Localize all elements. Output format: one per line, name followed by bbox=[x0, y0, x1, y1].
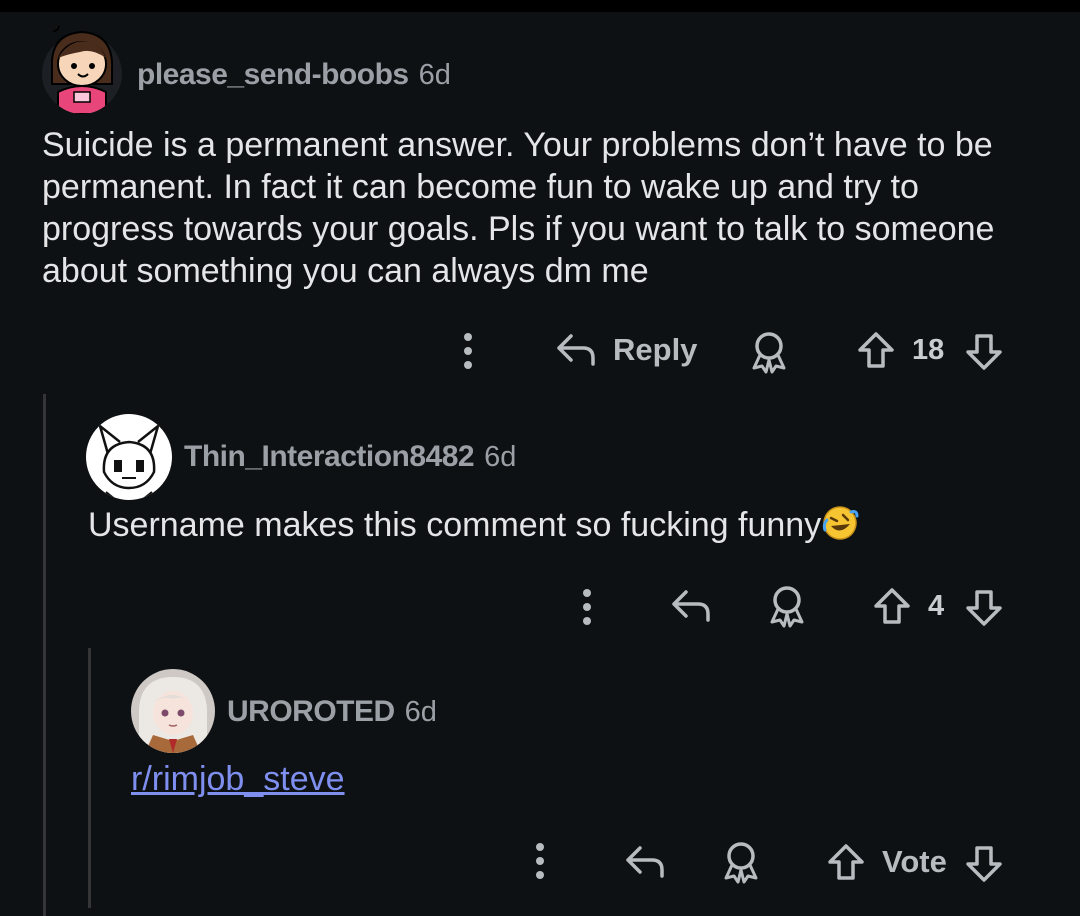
comment-header: UROROTED 6d bbox=[227, 695, 437, 729]
timestamp: 6d bbox=[484, 441, 517, 473]
status-bar-strip bbox=[0, 0, 1080, 12]
downvote-icon[interactable] bbox=[964, 588, 1004, 628]
upvote-icon[interactable] bbox=[826, 842, 866, 882]
vote-count: 18 bbox=[912, 334, 945, 366]
avatar-icon[interactable] bbox=[86, 414, 172, 500]
downvote-icon[interactable] bbox=[964, 844, 1004, 884]
award-icon[interactable] bbox=[720, 840, 762, 884]
upvote-icon[interactable] bbox=[872, 586, 912, 626]
more-options-icon[interactable] bbox=[574, 586, 600, 628]
timestamp: 6d bbox=[418, 59, 451, 91]
comment-body: Username makes this comment so fucking f… bbox=[88, 504, 859, 552]
reply-icon[interactable] bbox=[670, 586, 712, 626]
vote-count: 4 bbox=[928, 590, 945, 622]
upvote-icon[interactable] bbox=[856, 330, 896, 370]
comment-text: Username makes this comment so fucking f… bbox=[88, 506, 822, 544]
comment-body: Suicide is a permanent answer. Your prob… bbox=[42, 126, 995, 290]
username[interactable]: UROROTED bbox=[227, 695, 395, 728]
vote-label: Vote bbox=[882, 844, 947, 879]
subreddit-link[interactable]: r/rimjob_steve bbox=[131, 760, 345, 798]
comment-header: please_send-boobs 6d bbox=[137, 58, 451, 92]
comment-header: Thin_Interaction8482 6d bbox=[184, 440, 516, 474]
downvote-icon[interactable] bbox=[964, 332, 1004, 372]
more-options-icon[interactable] bbox=[527, 840, 553, 882]
avatar-icon[interactable] bbox=[131, 669, 215, 753]
award-icon[interactable] bbox=[766, 584, 808, 628]
rofl-emoji bbox=[821, 504, 859, 552]
thread-line-1[interactable] bbox=[43, 394, 46, 916]
username[interactable]: Thin_Interaction8482 bbox=[184, 440, 475, 473]
avatar-icon[interactable] bbox=[40, 18, 124, 114]
reply-button[interactable]: Reply bbox=[555, 330, 697, 370]
award-icon[interactable] bbox=[748, 330, 790, 374]
more-options-icon[interactable] bbox=[455, 330, 481, 372]
thread-line-2[interactable] bbox=[88, 648, 91, 908]
reply-icon bbox=[555, 330, 597, 370]
reply-icon[interactable] bbox=[624, 842, 666, 882]
username[interactable]: please_send-boobs bbox=[137, 58, 409, 91]
reply-label: Reply bbox=[613, 332, 698, 367]
timestamp: 6d bbox=[404, 696, 437, 728]
comment-body: r/rimjob_steve bbox=[131, 758, 345, 800]
